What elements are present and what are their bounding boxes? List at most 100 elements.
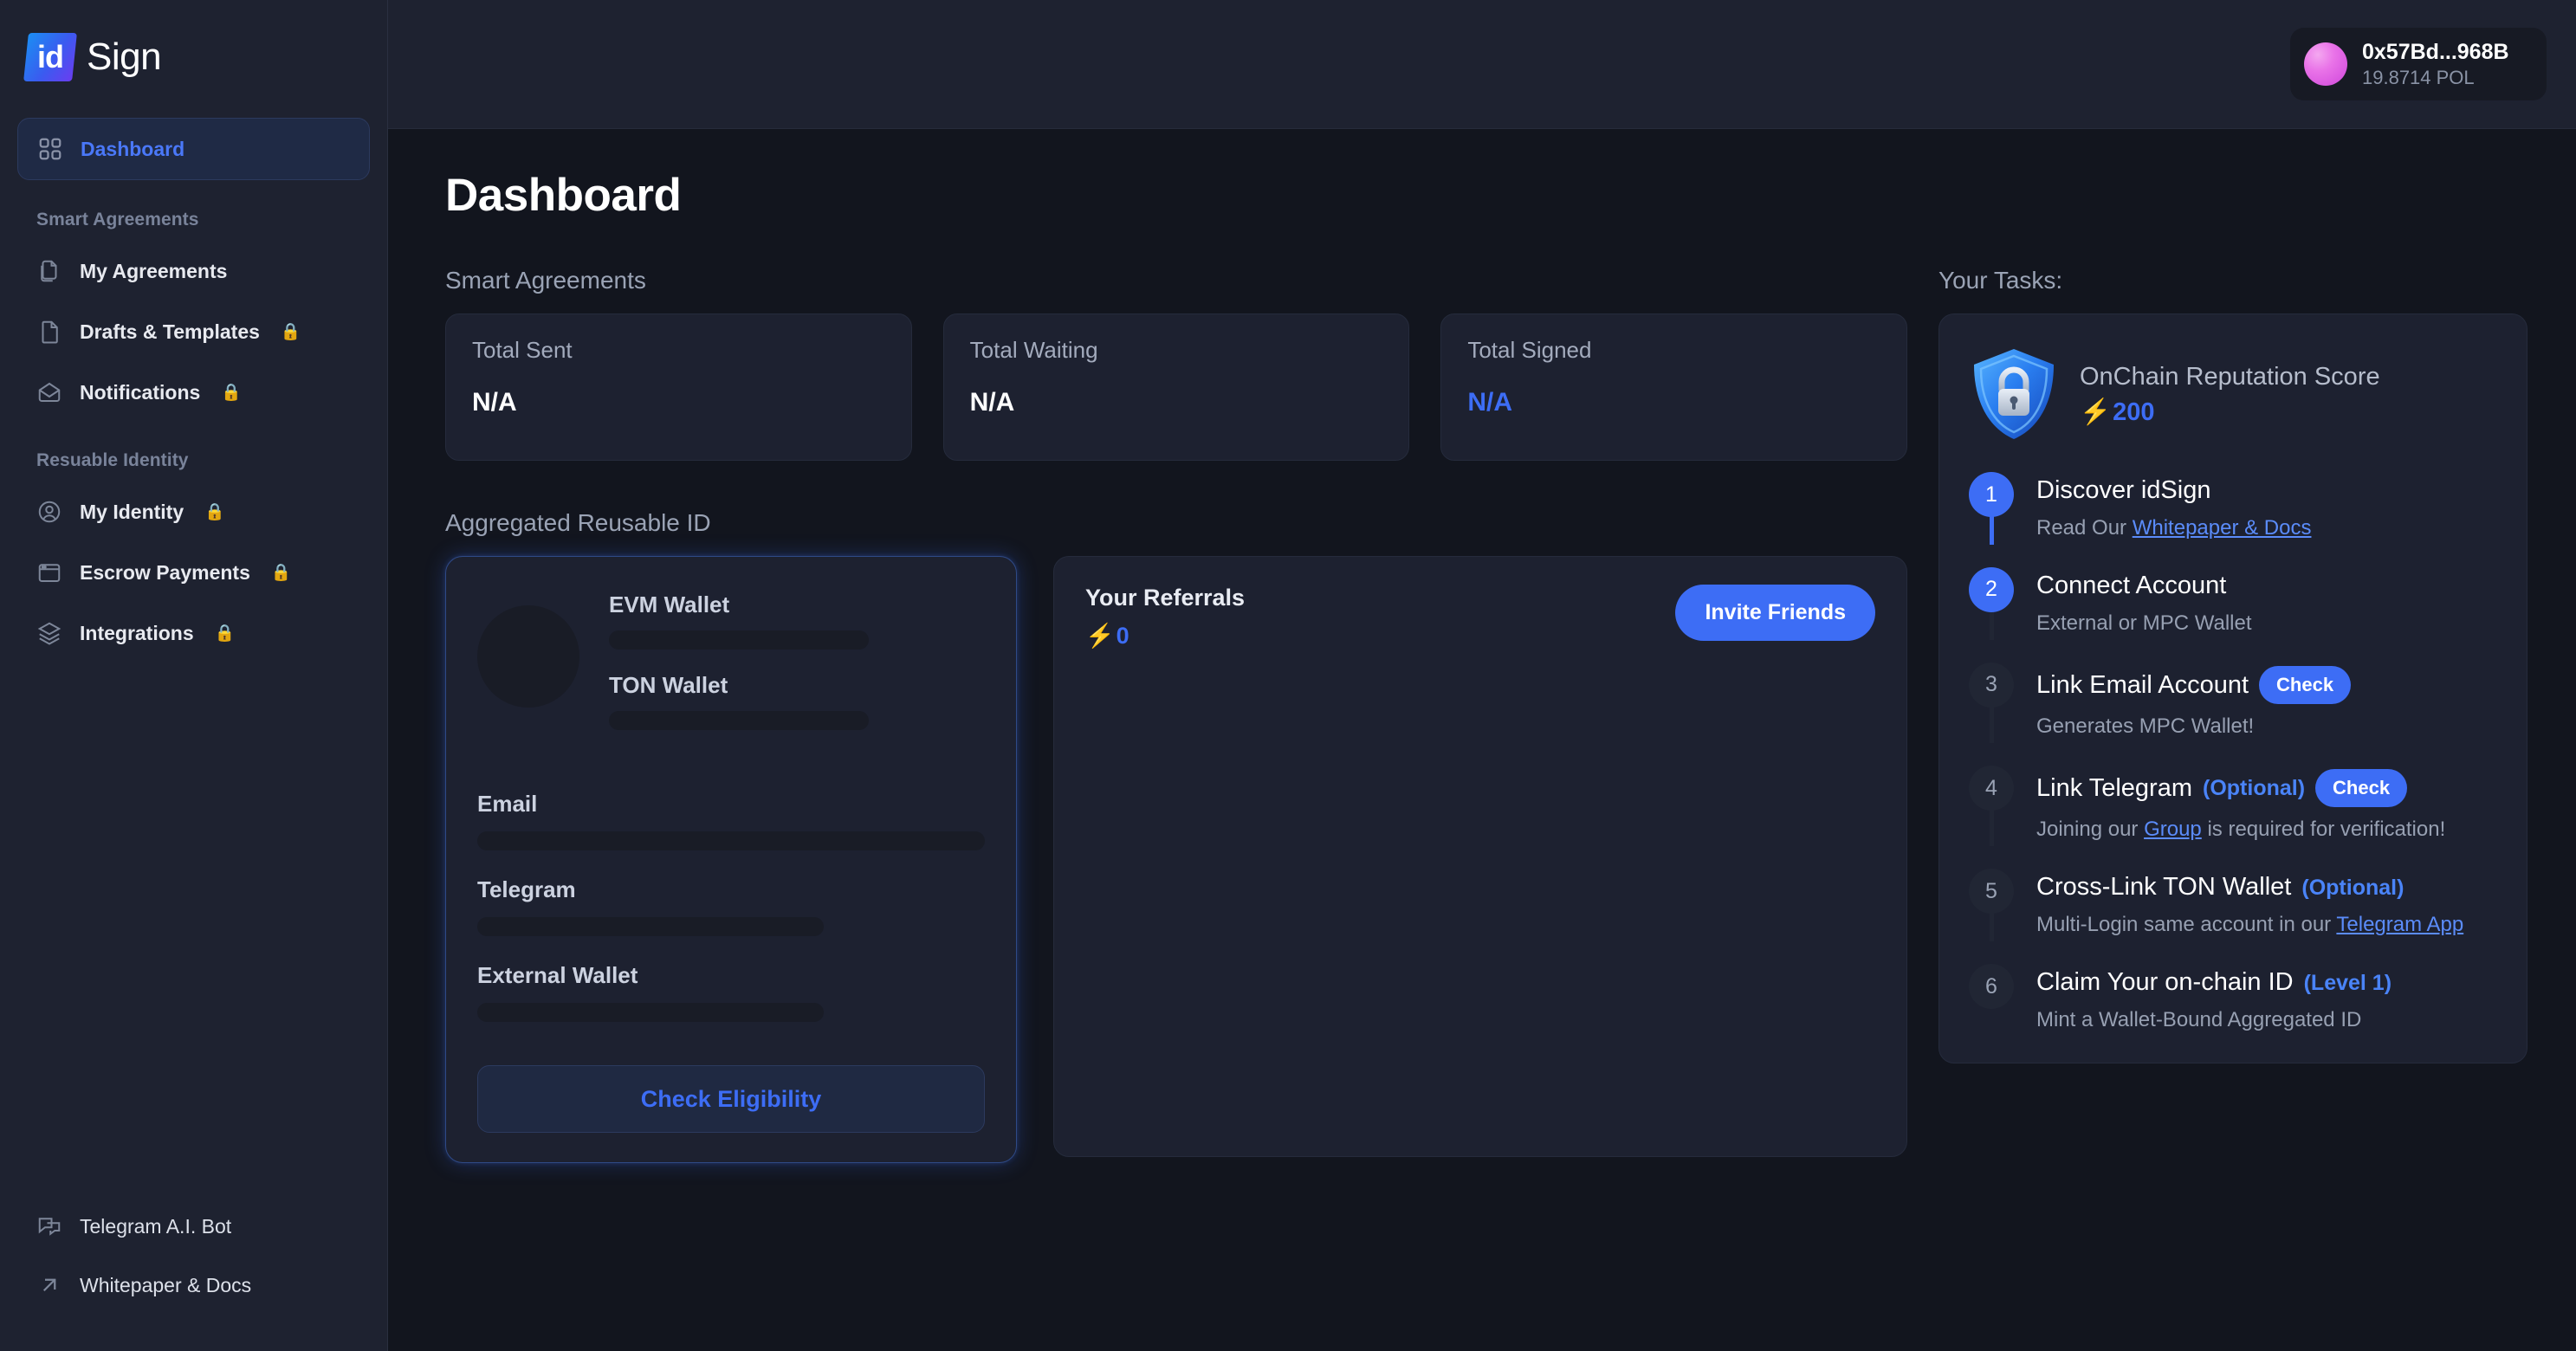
- step-body: Cross-Link TON Wallet (Optional) Multi-L…: [2036, 869, 2463, 938]
- brand-logo[interactable]: id Sign: [0, 0, 387, 81]
- step-body: Connect Account External or MPC Wallet: [2036, 567, 2252, 637]
- email-skeleton: [477, 831, 985, 850]
- sidebar-section-resuable-identity: Resuable Identity: [36, 450, 189, 470]
- sidebar-group-smart-agreements: My Agreements Drafts & Templates 🔒 Notif…: [0, 242, 387, 424]
- telegram-skeleton: [477, 917, 824, 936]
- sidebar-item-dashboard[interactable]: Dashboard: [17, 118, 370, 180]
- documents-icon: [36, 258, 62, 284]
- step-rail: 1: [1969, 472, 2014, 545]
- step-tag: (Optional): [2301, 875, 2404, 900]
- grid-icon: [37, 136, 63, 162]
- sidebar-item-label: Notifications: [80, 380, 201, 404]
- stat-card-total-waiting: Total Waiting N/A: [942, 314, 1410, 461]
- reputation-score-text: OnChain Reputation Score ⚡200: [2080, 361, 2380, 427]
- whitepaper-docs-link[interactable]: Whitepaper & Docs: [2133, 516, 2312, 540]
- evm-wallet-skeleton: [609, 630, 869, 650]
- stat-value: N/A: [1467, 388, 1513, 417]
- lock-icon: 🔒: [280, 323, 301, 341]
- check-button[interactable]: Check: [2315, 769, 2408, 808]
- step-description: Generates MPC Wallet!: [2036, 714, 2255, 738]
- task-step[interactable]: 2 Connect Account External or MPC Wallet: [1969, 566, 2497, 663]
- invite-friends-button[interactable]: Invite Friends: [1675, 585, 1875, 641]
- step-tag: (Level 1): [2303, 970, 2392, 995]
- sidebar-item-escrow-payments[interactable]: Escrow Payments 🔒: [17, 544, 370, 601]
- wallet-address: 0x57Bd...968B: [2362, 39, 2509, 64]
- sidebar-item-integrations[interactable]: Integrations 🔒: [17, 604, 370, 662]
- referrals-title: Your Referrals: [1085, 585, 1246, 611]
- step-description: Read Our Whitepaper & Docs: [2036, 514, 2311, 541]
- telegram-field-group: Telegram: [477, 876, 985, 936]
- stat-cards: Total Sent N/A Total Waiting N/A Total S…: [445, 314, 1908, 461]
- step-number: 6: [1969, 964, 2014, 1010]
- referrals-card: Your Referrals ⚡0 Invite Friends: [1053, 556, 1907, 1157]
- document-icon: [36, 319, 62, 345]
- external-wallet-label: External Wallet: [477, 962, 638, 988]
- arrow-up-right-icon: [36, 1272, 62, 1298]
- check-eligibility-button[interactable]: Check Eligibility: [477, 1065, 985, 1133]
- tasks-card: OnChain Reputation Score ⚡200 1 Discover…: [1938, 314, 2527, 1064]
- step-desc-suffix: is required for verification!: [2201, 818, 2446, 842]
- step-rail: 4: [1969, 766, 2014, 847]
- sidebar-section-smart-agreements: Smart Agreements: [36, 210, 199, 229]
- sidebar-item-telegram-ai-bot[interactable]: Telegram A.I. Bot: [17, 1199, 370, 1254]
- step-desc-prefix: Multi-Login same account in our: [2036, 913, 2337, 937]
- task-step[interactable]: 5 Cross-Link TON Wallet (Optional) Multi…: [1969, 869, 2497, 964]
- sidebar-item-whitepaper-docs[interactable]: Whitepaper & Docs: [17, 1257, 370, 1313]
- external-wallet-field-group: External Wallet: [477, 962, 985, 1022]
- identity-avatar: [477, 605, 579, 708]
- lock-icon: 🔒: [221, 384, 242, 402]
- step-title-row: Link Telegram (Optional) Check: [2036, 769, 2445, 808]
- task-step[interactable]: 6 Claim Your on-chain ID (Level 1) Mint …: [1969, 964, 2497, 1033]
- step-tag: (Optional): [2203, 776, 2306, 801]
- step-connector: [1989, 608, 1994, 640]
- task-step[interactable]: 1 Discover idSign Read Our Whitepaper & …: [1969, 472, 2497, 567]
- stat-label: Total Sent: [472, 337, 573, 363]
- aggregated-reusable-id-card: EVM Wallet TON Wallet Email Telegram Ext…: [445, 556, 1017, 1163]
- avatar: [2304, 42, 2347, 86]
- lock-icon: 🔒: [270, 564, 292, 582]
- stat-card-total-sent: Total Sent N/A: [445, 314, 912, 461]
- task-step[interactable]: 3 Link Email Account Check Generates MPC…: [1969, 662, 2497, 766]
- step-body: Link Email Account Check Generates MPC W…: [2036, 663, 2352, 740]
- step-rail: 6: [1969, 964, 2014, 1033]
- evm-wallet-label: EVM Wallet: [609, 591, 730, 617]
- id-card-top: EVM Wallet TON Wallet: [477, 591, 985, 753]
- sidebar-item-label: My Agreements: [80, 259, 228, 282]
- step-description: Joining our Group is required for verifi…: [2036, 816, 2445, 843]
- sidebar-footer: Telegram A.I. Bot Whitepaper & Docs: [0, 1199, 387, 1316]
- sidebar: id Sign Dashboard Smart Agreements My Ag…: [0, 0, 388, 1351]
- sidebar-item-my-agreements[interactable]: My Agreements: [17, 242, 370, 300]
- sidebar-item-notifications[interactable]: Notifications 🔒: [17, 364, 370, 421]
- sidebar-item-label: Integrations: [80, 621, 194, 644]
- smart-agreements-label: Smart Agreements: [445, 267, 646, 294]
- sidebar-item-my-identity[interactable]: My Identity 🔒: [17, 483, 370, 540]
- main-area: 0x57Bd...968B 19.8714 POL Dashboard Smar…: [388, 0, 2576, 1351]
- lock-icon: 🔒: [204, 503, 225, 521]
- referrals-header: Your Referrals ⚡0 Invite Friends: [1085, 585, 1875, 650]
- step-desc-prefix: Read Our: [2036, 515, 2133, 540]
- step-rail: 2: [1969, 566, 2014, 640]
- step-rail: 5: [1969, 869, 2014, 942]
- wallet-info: 0x57Bd...968B 19.8714 POL: [2362, 40, 2509, 88]
- chat-bubbles-icon: [36, 1213, 62, 1239]
- step-number: 3: [1969, 662, 2014, 708]
- left-column: Smart Agreements Total Sent N/A Total Wa…: [421, 267, 1908, 1163]
- step-description: Multi-Login same account in our Telegram…: [2036, 911, 2463, 938]
- id-wallets: EVM Wallet TON Wallet: [609, 591, 985, 753]
- check-button[interactable]: Check: [2259, 665, 2352, 704]
- stat-card-total-signed: Total Signed N/A: [1440, 314, 1908, 461]
- step-title-row: Discover idSign: [2036, 475, 2311, 506]
- sidebar-item-label: Dashboard: [81, 137, 185, 160]
- group-link[interactable]: Group: [2144, 818, 2202, 841]
- wallet-chip[interactable]: 0x57Bd...968B 19.8714 POL: [2290, 27, 2547, 101]
- task-step[interactable]: 4 Link Telegram (Optional) Check Joining…: [1969, 766, 2497, 869]
- reputation-score-row: OnChain Reputation Score ⚡200: [1969, 346, 2497, 443]
- referrals-count-value: 0: [1116, 623, 1129, 649]
- sidebar-item-drafts-templates[interactable]: Drafts & Templates 🔒: [17, 303, 370, 360]
- referrals-count: ⚡0: [1085, 622, 1245, 650]
- step-title-row: Connect Account: [2036, 571, 2252, 601]
- brand-mark-icon: id: [23, 33, 77, 81]
- telegram-app-link[interactable]: Telegram App: [2336, 913, 2463, 936]
- ton-wallet-skeleton: [609, 711, 869, 730]
- ton-wallet-label: TON Wallet: [609, 672, 728, 698]
